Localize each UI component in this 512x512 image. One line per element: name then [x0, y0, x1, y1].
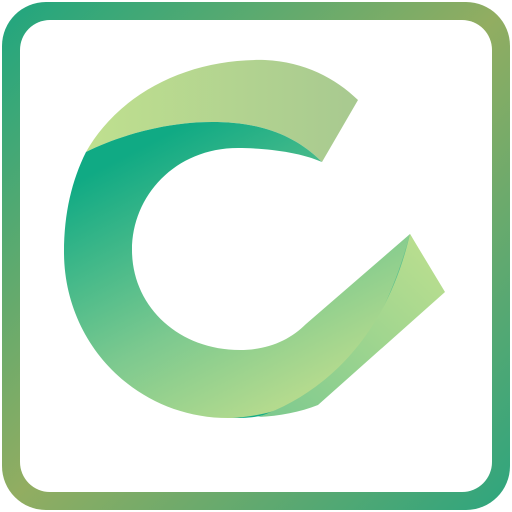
app-icon — [0, 0, 512, 512]
app-icon-graphic — [2, 2, 510, 510]
